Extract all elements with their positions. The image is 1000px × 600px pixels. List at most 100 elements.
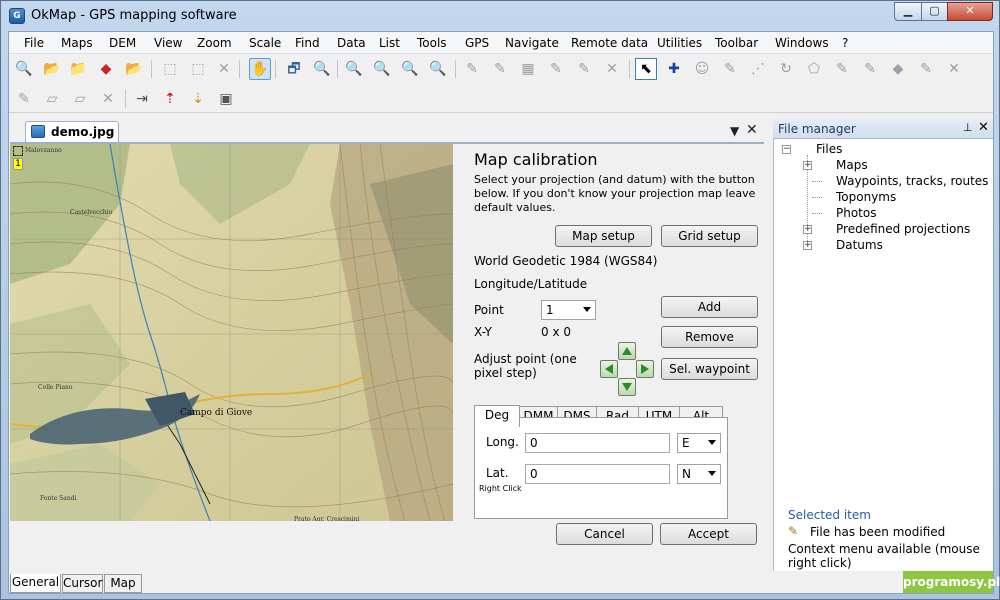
menu-tools[interactable]: Tools (417, 36, 447, 50)
point-select[interactable]: 1 (541, 300, 596, 320)
add-route-icon[interactable]: ⋰ (747, 58, 769, 80)
calibration-point-marker[interactable]: 1 (13, 158, 23, 170)
latitude-direction-select[interactable]: N (677, 464, 721, 484)
menu-help[interactable]: ? (842, 36, 848, 50)
accept-button[interactable]: Accept (660, 523, 757, 545)
latitude-input[interactable]: 0 (525, 464, 670, 484)
zoom-1-1-icon[interactable]: 🔍 (427, 58, 449, 80)
save-icon[interactable]: ⬚ (159, 58, 181, 80)
tree-item-toponyms[interactable]: Toponyms (836, 190, 896, 204)
menu-maps[interactable]: Maps (61, 36, 93, 50)
longitude-input[interactable]: 0 (525, 433, 670, 453)
measure-area-icon[interactable]: ▱ (69, 88, 91, 110)
expand-maps-icon[interactable]: + (803, 161, 812, 170)
menu-list[interactable]: List (379, 36, 400, 50)
tab-deg[interactable]: Deg (474, 405, 520, 427)
upload-icon[interactable]: ⇡ (159, 88, 181, 110)
add-waypoint-icon[interactable]: ✎ (719, 58, 741, 80)
menu-utilities[interactable]: Utilities (657, 36, 702, 50)
send-to-gps-icon[interactable]: ⇥ (131, 88, 153, 110)
menu-scale[interactable]: Scale (249, 36, 281, 50)
edit-point-icon[interactable]: ✎ (859, 58, 881, 80)
expand-datums-icon[interactable]: + (803, 241, 812, 250)
open-tracks-icon[interactable]: 📂 (123, 58, 145, 80)
menu-data[interactable]: Data (337, 36, 366, 50)
open-waypoints-icon[interactable]: 📁 (67, 58, 89, 80)
zoom-fit-icon[interactable]: 🔍 (399, 58, 421, 80)
collapse-files-icon[interactable]: − (782, 145, 791, 154)
tree-item-datums[interactable]: Datums (836, 238, 883, 252)
grid-setup-button[interactable]: Grid setup (661, 225, 758, 247)
zoom-icon[interactable]: 🔍 (311, 58, 333, 80)
longitude-direction-select[interactable]: E (677, 433, 721, 453)
menu-file[interactable]: File (24, 36, 44, 50)
add-point-button[interactable]: Add (661, 296, 758, 318)
adjust-up-button[interactable] (618, 342, 636, 360)
edit-waypoint-icon[interactable]: ✎ (461, 58, 483, 80)
measure-icon[interactable]: ✎ (573, 58, 595, 80)
tab-cursor[interactable]: Cursor (62, 574, 103, 593)
add-toponym-icon[interactable]: ✎ (831, 58, 853, 80)
remove-point-button[interactable]: Remove (661, 326, 758, 348)
close-file-icon[interactable]: ✕ (213, 58, 235, 80)
cancel-button[interactable]: Cancel (556, 523, 653, 545)
edit-area-icon[interactable]: ✎ (545, 58, 567, 80)
tree-item-waypoints[interactable]: Waypoints, tracks, routes (836, 174, 988, 188)
save-as-icon[interactable]: ⬚ (187, 58, 209, 80)
pin-icon[interactable]: ⊥ (963, 121, 973, 134)
download-icon[interactable]: ⇣ (187, 88, 209, 110)
delete-point-icon[interactable]: ✕ (601, 58, 623, 80)
menu-find[interactable]: Find (295, 36, 320, 50)
menu-dem[interactable]: DEM (109, 36, 136, 50)
open-routes-icon[interactable]: ◆ (95, 58, 117, 80)
tab-map[interactable]: Map (104, 574, 142, 593)
minimize-button[interactable]: ▁ (894, 2, 922, 21)
add-track-icon[interactable]: ↻ (775, 58, 797, 80)
tree-item-maps[interactable]: Maps (836, 158, 868, 172)
close-tab-icon[interactable]: ✕ (746, 122, 758, 138)
measure-distance-icon[interactable]: ▱ (41, 88, 63, 110)
calibrate-icon[interactable]: ✋ (249, 58, 271, 80)
gps-position-icon[interactable]: ☺ (691, 58, 713, 80)
tab-demo-jpg[interactable]: demo.jpg (25, 121, 119, 143)
menu-remote-data[interactable]: Remote data (571, 36, 648, 50)
map-setup-button[interactable]: Map setup (555, 225, 652, 247)
menu-navigate[interactable]: Navigate (505, 36, 559, 50)
add-area-icon[interactable]: ⬠ (803, 58, 825, 80)
tree-item-predefined-projections[interactable]: Predefined projections (836, 222, 970, 236)
expand-projections-icon[interactable]: + (803, 225, 812, 234)
adjust-down-button[interactable] (618, 378, 636, 396)
menu-windows[interactable]: Windows (775, 36, 829, 50)
open-folder-icon[interactable]: 📂 (41, 58, 63, 80)
calibration-point-selector[interactable] (13, 146, 23, 156)
select-pointer-icon[interactable]: ⬉ (635, 58, 657, 80)
maximize-button[interactable]: ▢ (921, 2, 948, 21)
edit-track-icon[interactable]: ▦ (517, 58, 539, 80)
profile-icon[interactable]: ✕ (97, 88, 119, 110)
close-window-button[interactable]: ✕ (947, 2, 993, 21)
tab-general[interactable]: General (10, 574, 61, 593)
menu-view[interactable]: View (154, 36, 182, 50)
tab-list-dropdown-icon[interactable]: ▼ (730, 124, 739, 138)
zoom-in-icon[interactable]: 🔍 (343, 58, 365, 80)
gps-device-icon[interactable]: ▣ (215, 88, 237, 110)
map-overview-icon[interactable]: 🗗 (283, 58, 305, 80)
menu-toolbar[interactable]: Toolbar (715, 36, 758, 50)
remove-point-icon[interactable]: ✕ (943, 58, 965, 80)
adjust-right-button[interactable] (636, 360, 654, 378)
move-point-icon[interactable]: ✎ (915, 58, 937, 80)
adjust-left-button[interactable] (600, 360, 618, 378)
sel-waypoint-button[interactable]: Sel. waypoint (661, 358, 758, 380)
close-panel-icon[interactable]: ✕ (978, 120, 989, 135)
menu-zoom[interactable]: Zoom (197, 36, 232, 50)
topographic-map[interactable]: Campo di Giove Malovzanno Castelvecchio … (10, 144, 453, 521)
diamond-icon[interactable]: ◆ (887, 58, 909, 80)
tree-root-files[interactable]: Files (816, 142, 842, 156)
ruler-icon[interactable]: ✎ (13, 88, 35, 110)
open-map-icon[interactable]: 🔍 (13, 58, 35, 80)
zoom-out-icon[interactable]: 🔍 (371, 58, 393, 80)
menu-gps[interactable]: GPS (465, 36, 489, 50)
tree-item-photos[interactable]: Photos (836, 206, 876, 220)
crosshair-icon[interactable]: ✚ (663, 58, 685, 80)
edit-route-icon[interactable]: ✎ (489, 58, 511, 80)
